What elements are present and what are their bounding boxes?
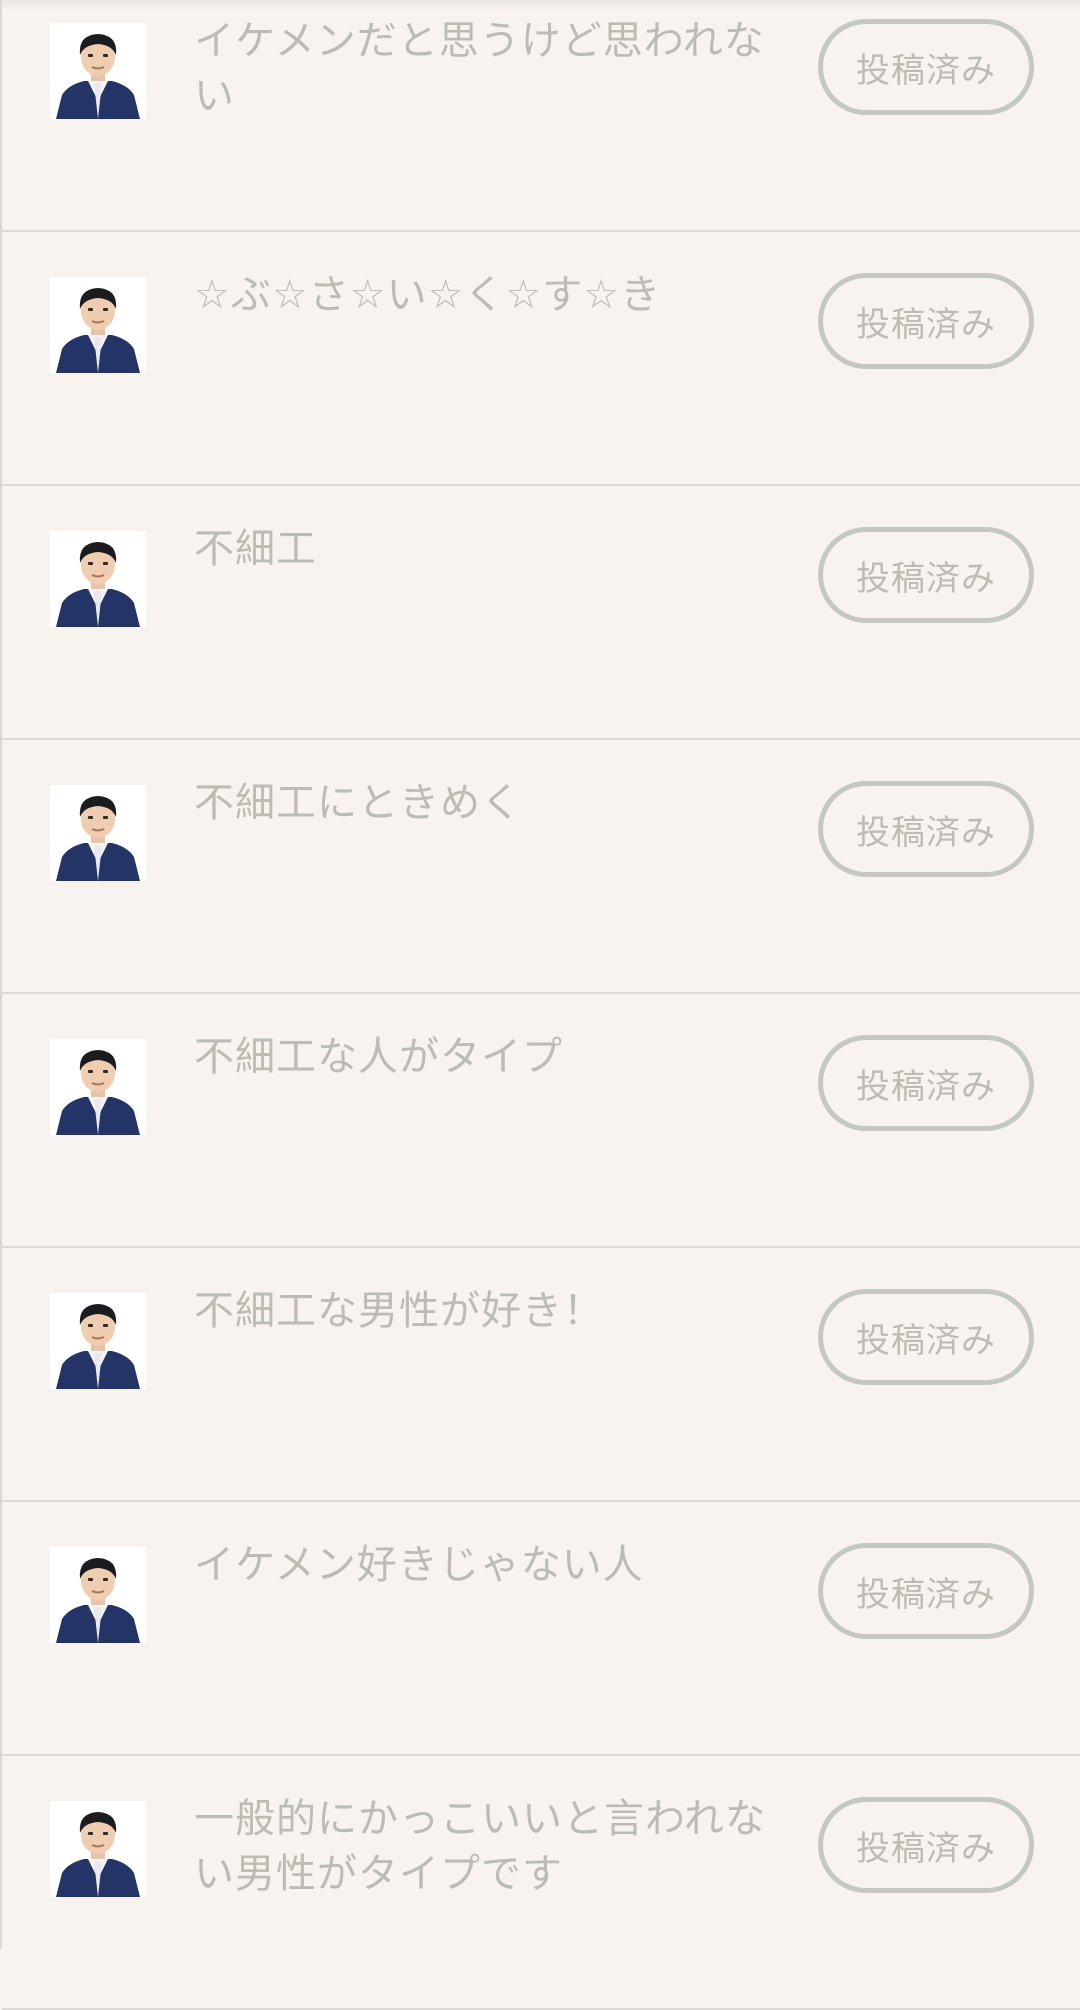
- item-text: イケメン好きじゃない人: [194, 1542, 644, 1588]
- posted-button[interactable]: 投稿済み: [818, 19, 1034, 115]
- item-text: 一般的にかっこいいと言われない男性がタイプです: [194, 1796, 766, 1897]
- list-item[interactable]: 不細工な男性が好き！ 投稿済み: [2, 1248, 1080, 1502]
- avatar: [50, 277, 146, 373]
- item-text: 不細工にときめく: [194, 780, 522, 826]
- list-item[interactable]: イケメン好きじゃない人 投稿済み: [2, 1502, 1080, 1756]
- item-text: 不細工: [194, 526, 317, 572]
- item-text: 不細工な男性が好き！: [194, 1288, 604, 1334]
- avatar: [50, 1293, 146, 1389]
- avatar: [50, 1039, 146, 1135]
- post-list: イケメンだと思うけど思われない 投稿済み ☆ぶ☆さ☆い☆く☆す☆き 投稿済み 不細工 投稿…: [0, 0, 1080, 2010]
- posted-button[interactable]: 投稿済み: [818, 1543, 1034, 1639]
- list-item[interactable]: 不細工にときめく 投稿済み: [2, 740, 1080, 994]
- posted-button[interactable]: 投稿済み: [818, 273, 1034, 369]
- posted-button[interactable]: 投稿済み: [818, 1289, 1034, 1385]
- list-item[interactable]: 一般的にかっこいいと言われない男性がタイプです 投稿済み: [2, 1756, 1080, 2010]
- avatar: [50, 785, 146, 881]
- avatar: [50, 531, 146, 627]
- list-item[interactable]: ☆ぶ☆さ☆い☆く☆す☆き 投稿済み: [2, 232, 1080, 486]
- item-text: イケメンだと思うけど思われない: [194, 18, 765, 119]
- avatar: [50, 1801, 146, 1897]
- posted-button[interactable]: 投稿済み: [818, 527, 1034, 623]
- list-item[interactable]: イケメンだと思うけど思われない 投稿済み: [2, 0, 1080, 232]
- item-text: ☆ぶ☆さ☆い☆く☆す☆き: [194, 272, 662, 318]
- item-text: 不細工な人がタイプ: [194, 1034, 563, 1080]
- list-item[interactable]: 不細工 投稿済み: [2, 486, 1080, 740]
- posted-button[interactable]: 投稿済み: [818, 1797, 1034, 1893]
- avatar: [50, 23, 146, 119]
- posted-button[interactable]: 投稿済み: [818, 781, 1034, 877]
- avatar: [50, 1547, 146, 1643]
- posted-button[interactable]: 投稿済み: [818, 1035, 1034, 1131]
- list-item[interactable]: 不細工な人がタイプ 投稿済み: [2, 994, 1080, 1248]
